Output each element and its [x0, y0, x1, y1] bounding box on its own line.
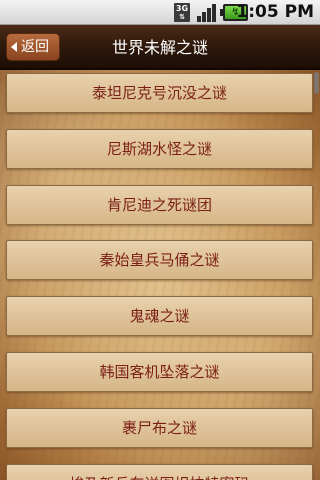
list-item[interactable]: 埃及新兵车送图坦拉特密码: [6, 464, 313, 480]
usb-label: 3G: [175, 4, 189, 13]
list-item[interactable]: 韩国客机坠落之谜: [6, 352, 313, 392]
signal-icon: [197, 4, 216, 22]
title-bar: 世界未解之谜 返回: [0, 25, 320, 70]
chevron-left-icon: [11, 42, 17, 52]
status-time: 1:05 PM: [236, 2, 314, 22]
list-item[interactable]: 裹尸布之谜: [6, 408, 313, 448]
content-area[interactable]: 泰坦尼克号沉没之谜 尼斯湖水怪之谜 肯尼迪之死谜团 秦始皇兵马俑之谜 鬼魂之谜 …: [0, 70, 320, 480]
scrollbar-thumb[interactable]: [314, 72, 319, 94]
list-item[interactable]: 泰坦尼克号沉没之谜: [6, 73, 313, 113]
back-button[interactable]: 返回: [6, 33, 60, 61]
list-item[interactable]: 肯尼迪之死谜团: [6, 185, 313, 225]
usb-debug-icon: 3G ⇅: [174, 3, 190, 22]
list-item[interactable]: 尼斯湖水怪之谜: [6, 129, 313, 169]
list-item[interactable]: 鬼魂之谜: [6, 296, 313, 336]
back-button-label: 返回: [21, 39, 49, 55]
status-bar: 3G ⇅ ↯ 1:05 PM: [0, 0, 320, 25]
list-item[interactable]: 秦始皇兵马俑之谜: [6, 240, 313, 280]
